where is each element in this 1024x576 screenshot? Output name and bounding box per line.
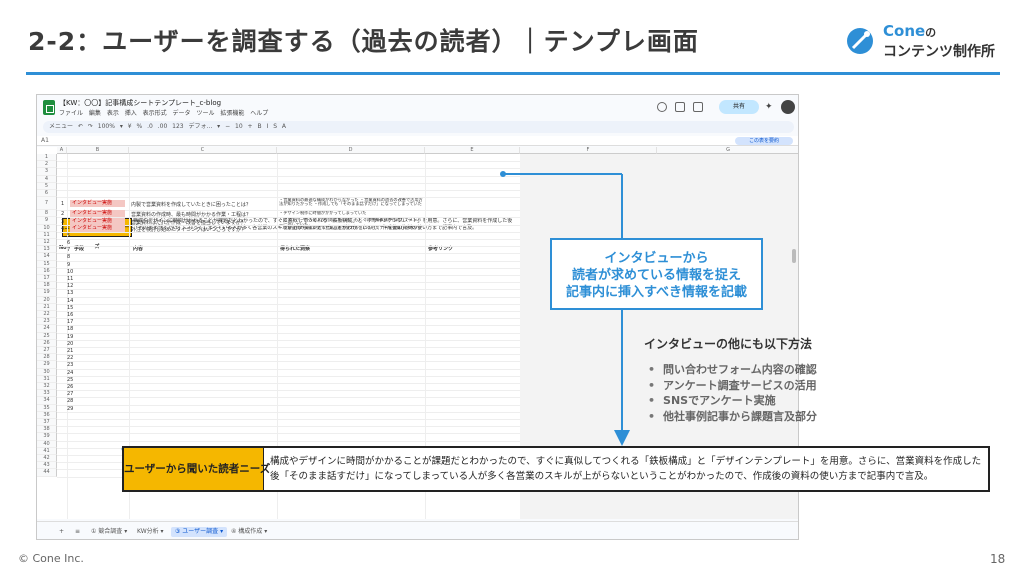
- list-item: 他社事例記事から課題言及部分: [648, 409, 817, 425]
- zoomed-need-label: ユーザーから聞いた読者ニーズ: [124, 448, 270, 490]
- other-methods-list: 問い合わせフォーム内容の確認 アンケート調査サービスの活用 SNSでアンケート実…: [648, 362, 817, 424]
- list-item: アンケート調査サービスの活用: [648, 378, 817, 394]
- callout-line-3: 記事内に挿入すべき情報を記載: [565, 285, 748, 300]
- zoomed-need-text: 構成やデザインに時間がかかることが課題だとわかったので、すぐに真似してつくれる「…: [270, 456, 982, 482]
- page-number: 18: [990, 552, 1006, 566]
- list-item: SNSでアンケート実施: [648, 393, 817, 409]
- slide: 2-2：ユーザーを調査する（過去の読者）｜テンプレ画面 Coneの コンテンツ制…: [0, 0, 1024, 576]
- interview-callout: インタビューから 読者が求めている情報を捉え 記事内に挿入すべき情報を記載: [550, 238, 763, 310]
- other-methods-title: インタビューの他にも以下方法: [644, 337, 813, 351]
- list-item: 問い合わせフォーム内容の確認: [648, 362, 817, 378]
- copyright: © Cone Inc.: [18, 552, 84, 565]
- callout-line-1: インタビューから: [604, 251, 709, 266]
- callout-line-2: 読者が求めている情報を捉え: [571, 268, 741, 283]
- zoomed-need-row: ユーザーから聞いた読者ニーズ 構成やデザインに時間がかかることが課題だとわかった…: [122, 446, 990, 492]
